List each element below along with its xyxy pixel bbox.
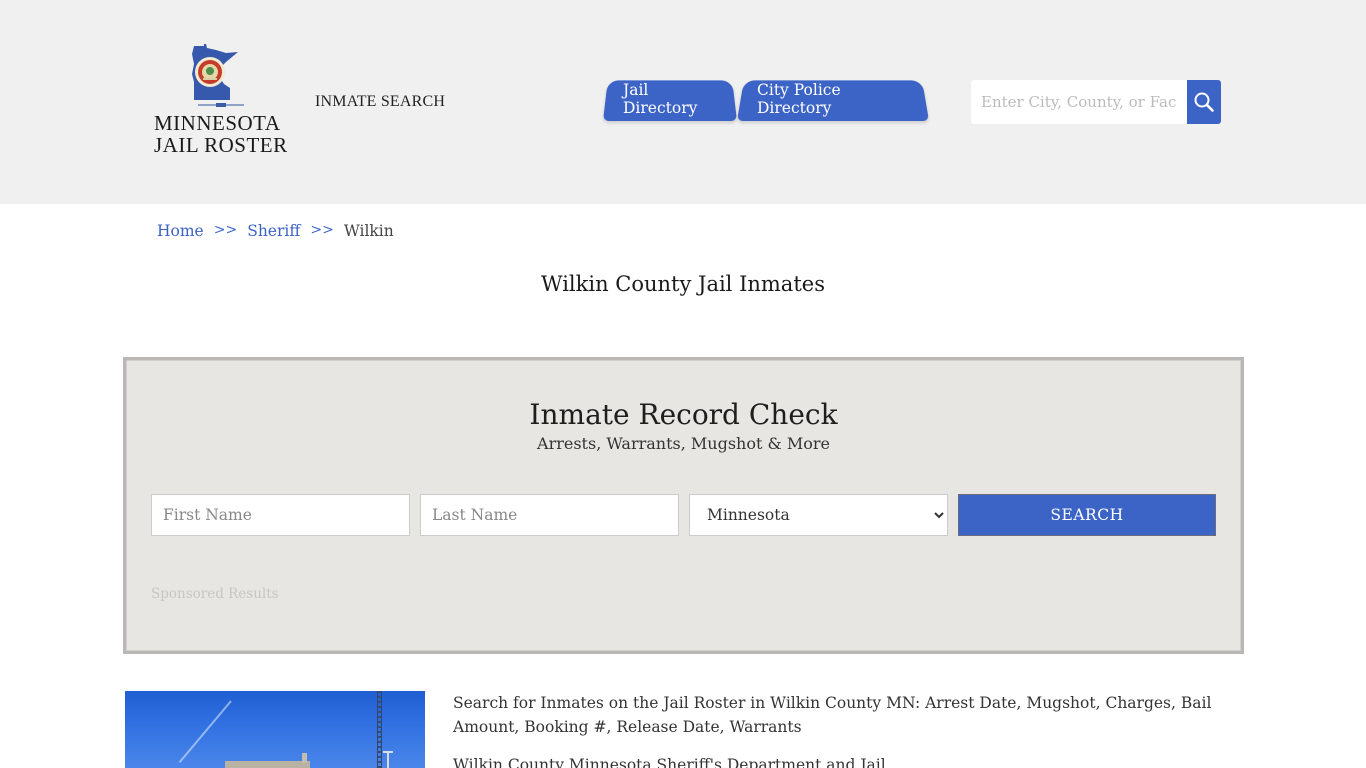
logo-text: MINNESOTA JAIL ROSTER (154, 112, 294, 156)
last-name-input[interactable] (420, 494, 679, 536)
site-logo[interactable]: MINNESOTA JAIL ROSTER (150, 44, 290, 162)
minnesota-state-flag-map-icon (190, 44, 242, 100)
intro-text: Search for Inmates on the Jail Roster in… (453, 691, 1243, 768)
photo-building (225, 761, 310, 768)
inmate-record-check-panel: Inmate Record Check Arrests, Warrants, M… (123, 357, 1244, 654)
breadcrumb-sheriff[interactable]: Sheriff (247, 222, 300, 240)
photo-light-pole (387, 751, 389, 768)
tab-jail-directory[interactable]: Jail Directory (603, 77, 737, 121)
logo-line-2: JAIL ROSTER (154, 134, 294, 156)
photo-chimney (302, 753, 307, 763)
logo-line-1: MINNESOTA (154, 112, 294, 134)
record-search-form: Minnesota SEARCH (151, 494, 1216, 536)
first-name-input[interactable] (151, 494, 410, 536)
facility-search-button[interactable] (1187, 80, 1221, 124)
facility-search-input[interactable] (971, 80, 1187, 124)
state-select[interactable]: Minnesota (689, 494, 948, 536)
breadcrumb-home[interactable]: Home (157, 222, 204, 240)
photo-contrail (179, 700, 232, 763)
tab-city-police-directory[interactable]: City Police Directory (737, 77, 929, 121)
intro-paragraph: Search for Inmates on the Jail Roster in… (453, 691, 1243, 739)
facility-search (971, 80, 1221, 124)
search-icon (1193, 91, 1215, 113)
inmate-search-link[interactable]: INMATE SEARCH (315, 93, 445, 111)
breadcrumb-separator: >> (310, 222, 333, 240)
record-check-subtitle: Arrests, Warrants, Mugshot & More (126, 434, 1241, 453)
second-paragraph: Wilkin County Minnesota Sheriff's Depart… (453, 753, 1243, 768)
logo-divider (198, 104, 244, 106)
jail-building-photo (125, 691, 425, 768)
photo-radio-tower (377, 691, 382, 768)
site-header: MINNESOTA JAIL ROSTER INMATE SEARCH Jail… (0, 0, 1366, 204)
nav-tabs: Jail Directory City Police Directory (603, 77, 929, 121)
sponsored-results-label: Sponsored Results (151, 586, 279, 602)
breadcrumb-current: Wilkin (344, 222, 394, 240)
record-search-button[interactable]: SEARCH (958, 494, 1216, 536)
breadcrumb-separator: >> (214, 222, 237, 240)
record-check-title: Inmate Record Check (126, 398, 1241, 431)
breadcrumb: Home >> Sheriff >> Wilkin (157, 222, 394, 240)
page-title: Wilkin County Jail Inmates (0, 272, 1366, 296)
